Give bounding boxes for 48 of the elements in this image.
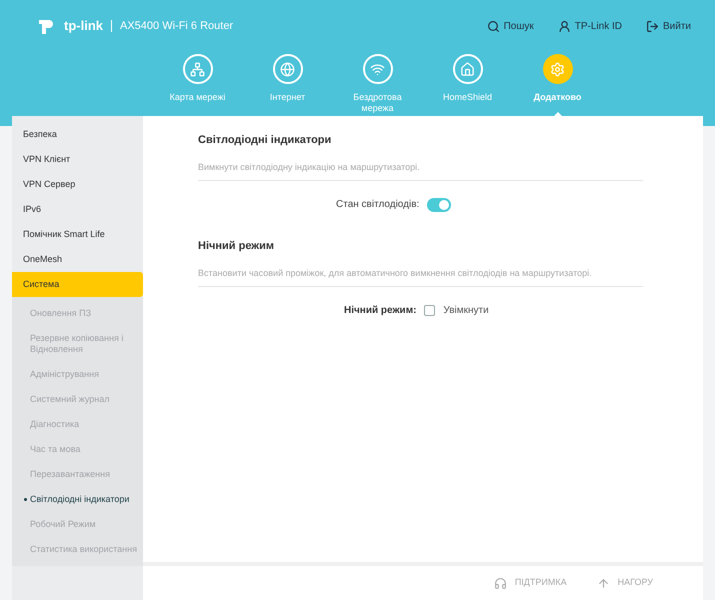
sidebar-item[interactable]: VPN Сервер	[12, 172, 143, 197]
sidebar-item[interactable]: VPN Клієнт	[12, 147, 143, 172]
arrow-up-icon	[596, 576, 610, 590]
nav-tab[interactable]: Інтернет	[258, 54, 318, 114]
submenu-item[interactable]: Світлодіодні індикатори	[12, 487, 143, 512]
brand-name: tp-link	[64, 17, 103, 36]
nav-tab[interactable]: HomeShield	[438, 54, 498, 114]
sidebar-item[interactable]: OneMesh	[12, 247, 143, 272]
search-icon	[486, 20, 500, 32]
submenu-item[interactable]: Резервне копіювання і Відновлення	[12, 326, 143, 362]
section-description: Встановити часовий проміжок, для автоматичного вимкнення світлодіодів на маршрутизаторі.	[198, 266, 643, 287]
header-link[interactable]: Вийти	[646, 18, 691, 34]
gear-icon	[542, 54, 572, 84]
field-label: Нічний режим:	[344, 304, 416, 318]
submenu-item[interactable]: Перезавантаження	[12, 462, 143, 487]
footer-link[interactable]: ПІДТРИМКА	[494, 576, 567, 590]
submenu-item[interactable]: Оновлення ПЗ	[12, 301, 143, 326]
submenu-item[interactable]: Час та мова	[12, 437, 143, 462]
submenu-item[interactable]: Діагностика	[12, 412, 143, 437]
sidebar-item[interactable]: Помічник Smart Life	[12, 222, 143, 247]
user-icon	[558, 20, 571, 32]
submenu-item[interactable]: Статистика використання	[12, 537, 143, 562]
logout-icon	[646, 20, 659, 32]
house-icon	[452, 54, 482, 84]
sidebar-item[interactable]: IPv6	[12, 197, 143, 222]
wifi-icon	[362, 54, 392, 84]
section-description: Вимкнути світлодіодну індикацію на маршрутизаторі.	[198, 160, 643, 181]
globe-icon	[272, 54, 302, 84]
section-title: Нічний режим	[198, 239, 276, 254]
header-link[interactable]: TP-Link ID	[558, 18, 622, 34]
header-link[interactable]: Пошук	[486, 18, 534, 34]
sidebar-item[interactable]: Система	[12, 272, 143, 297]
submenu-item[interactable]: Адміністрування	[12, 362, 143, 387]
network-icon	[182, 54, 212, 84]
checkbox[interactable]	[424, 305, 436, 316]
submenu-item[interactable]: Робочий Режим	[12, 512, 143, 537]
checkbox-label: Увімкнути	[443, 304, 489, 318]
nav-tab[interactable]: Бездротова мережа	[348, 54, 408, 114]
bullet-icon	[24, 498, 27, 501]
sidebar-item[interactable]: Безпека	[12, 122, 143, 147]
headset-icon	[494, 576, 507, 590]
section-title: Світлодіодні індикатори	[198, 133, 332, 148]
router-model: AX5400 Wi-Fi 6 Router	[120, 18, 234, 34]
submenu-item[interactable]: Системний журнал	[12, 387, 143, 412]
footer-link[interactable]: НАГОРУ	[596, 576, 653, 590]
toggle-switch[interactable]	[427, 198, 452, 212]
nav-tab[interactable]: Карта мережі	[168, 54, 228, 114]
field-label: Стан світлодіодів:	[336, 198, 420, 212]
